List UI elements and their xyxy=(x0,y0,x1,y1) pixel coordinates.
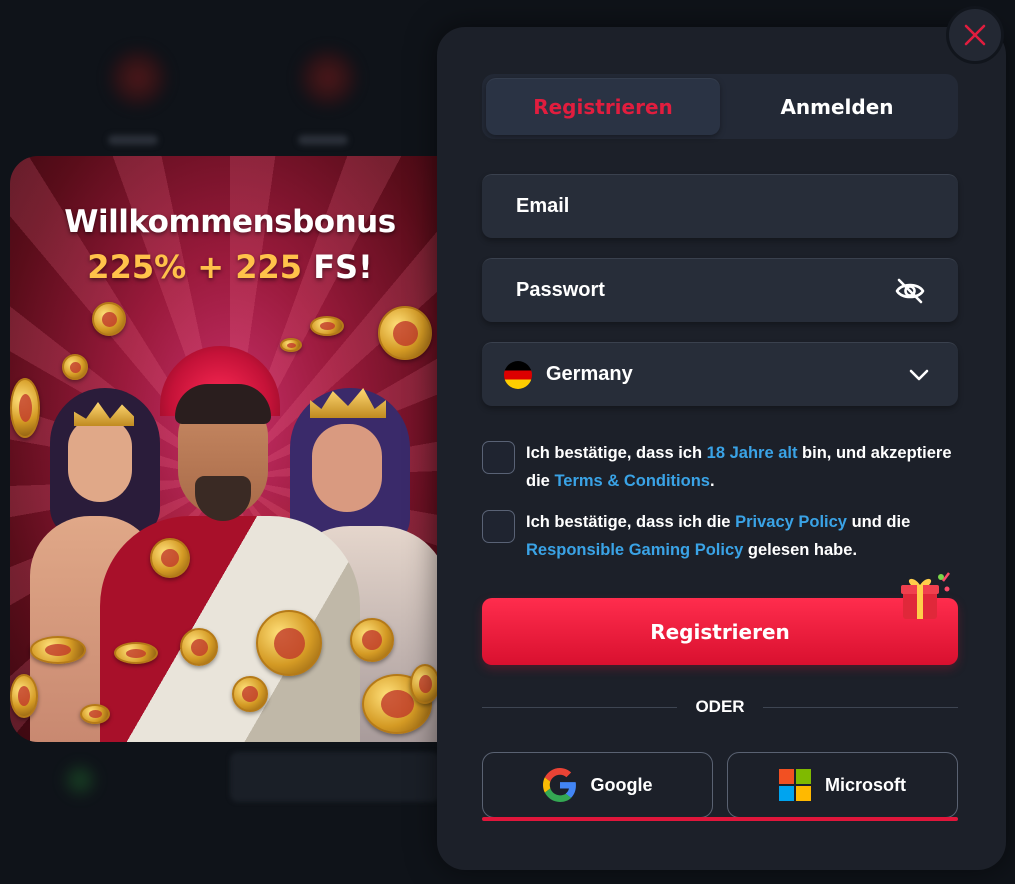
privacy-consent: Ich bestätige, dass ich die Privacy Poli… xyxy=(482,508,962,564)
email-field[interactable] xyxy=(516,195,924,218)
privacy-checkbox[interactable] xyxy=(482,510,515,543)
divider-line xyxy=(482,706,678,708)
background-game-label xyxy=(298,135,348,145)
google-icon xyxy=(542,768,576,802)
age-terms-consent: Ich bestätige, dass ich 18 Jahre alt bin… xyxy=(482,439,962,495)
consent1-text-pre: Ich bestätige, dass ich xyxy=(526,444,707,462)
coin-icon xyxy=(280,338,302,352)
background-game-icon xyxy=(108,48,168,108)
warrior-hair xyxy=(175,384,271,424)
microsoft-label: Microsoft xyxy=(825,774,906,795)
microsoft-icon xyxy=(779,769,811,801)
coin-icon xyxy=(114,642,158,664)
terms-link[interactable]: Terms & Conditions xyxy=(554,472,710,490)
coin-icon xyxy=(92,302,126,336)
country-select[interactable]: Germany xyxy=(482,342,958,406)
bonus-fs-number: 225 xyxy=(235,248,303,286)
consent2-text-mid: und die xyxy=(847,513,911,531)
coin-icon xyxy=(80,704,110,724)
coin-icon xyxy=(62,354,88,380)
or-divider: ODER xyxy=(482,695,958,719)
warrior-body xyxy=(100,516,360,742)
bonus-title: Willkommensbonus xyxy=(64,204,396,240)
or-label: ODER xyxy=(695,697,745,716)
age-link[interactable]: 18 Jahre alt xyxy=(707,444,798,462)
coin-icon xyxy=(30,636,86,664)
privacy-policy-link[interactable]: Privacy Policy xyxy=(735,513,847,531)
age-terms-text: Ich bestätige, dass ich 18 Jahre alt bin… xyxy=(526,439,962,495)
register-submit-button[interactable]: Registrieren xyxy=(482,598,958,665)
tab-register[interactable]: Registrieren xyxy=(486,78,720,135)
coin-icon xyxy=(378,306,432,360)
coin-icon xyxy=(150,538,190,578)
google-login-button[interactable]: Google xyxy=(482,752,713,818)
background-bar xyxy=(230,752,440,802)
gift-icon xyxy=(901,572,950,619)
chevron-down-icon xyxy=(909,369,929,381)
background-game-label xyxy=(108,135,158,145)
coin-icon xyxy=(256,610,322,676)
coin-icon xyxy=(410,664,440,704)
background-icon xyxy=(60,760,100,800)
password-field[interactable] xyxy=(516,279,924,302)
consent2-text-post: gelesen habe. xyxy=(743,541,858,559)
bonus-percent: 225% xyxy=(87,248,187,286)
bonus-plus: + xyxy=(197,248,225,286)
auth-tabs: Registrieren Anmelden xyxy=(482,74,958,139)
background-game-icon xyxy=(298,48,358,108)
password-field-container xyxy=(482,258,958,322)
right-queen-face xyxy=(312,424,382,512)
consent2-text-pre: Ich bestätige, dass ich die xyxy=(526,513,736,531)
email-field-container xyxy=(482,174,958,238)
coin-icon xyxy=(10,674,38,718)
coin-icon xyxy=(350,618,394,662)
tab-login[interactable]: Anmelden xyxy=(720,78,954,135)
consent1-text-post: . xyxy=(709,472,715,490)
left-queen-face xyxy=(68,418,132,502)
registration-modal: Registrieren Anmelden Germany Ich bestät… xyxy=(437,27,1006,870)
country-value: Germany xyxy=(546,363,633,385)
accent-underline xyxy=(482,817,958,821)
google-label: Google xyxy=(590,774,653,795)
close-icon xyxy=(964,24,986,46)
age-terms-checkbox[interactable] xyxy=(482,441,515,474)
divider-line xyxy=(762,706,958,708)
eye-off-icon[interactable] xyxy=(894,277,926,305)
bonus-fs-label: FS! xyxy=(313,248,373,286)
close-button[interactable] xyxy=(946,6,1004,64)
coin-icon xyxy=(232,676,268,712)
coin-icon xyxy=(310,316,344,336)
microsoft-login-button[interactable]: Microsoft xyxy=(727,752,958,818)
welcome-bonus-banner: Willkommensbonus 225% + 225 FS! xyxy=(10,156,450,742)
bonus-amount: 225% + 225 FS! xyxy=(10,248,450,286)
germany-flag-icon xyxy=(504,360,532,389)
privacy-text: Ich bestätige, dass ich die Privacy Poli… xyxy=(526,508,962,564)
coin-icon xyxy=(10,378,40,438)
responsible-gaming-link[interactable]: Responsible Gaming Policy xyxy=(526,541,743,559)
coin-icon xyxy=(180,628,218,666)
